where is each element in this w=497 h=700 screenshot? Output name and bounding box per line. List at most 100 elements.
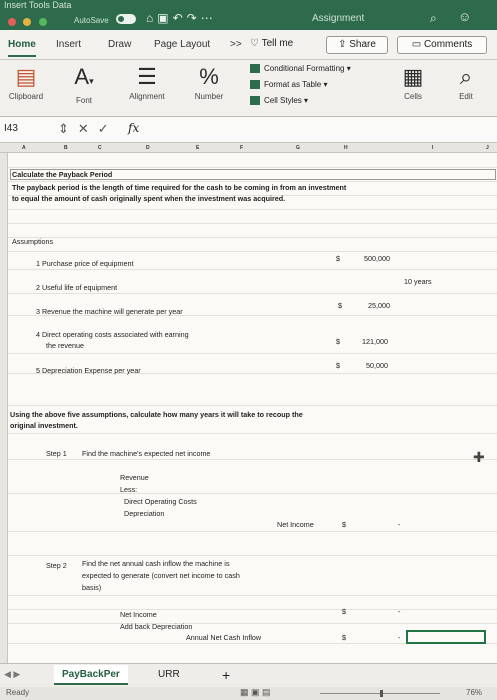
step-2-net-income-value[interactable]: - — [398, 607, 400, 616]
column-header[interactable]: G — [296, 145, 300, 151]
column-header[interactable]: C — [98, 145, 102, 151]
name-box[interactable]: I43 — [4, 123, 18, 134]
lightbulb-icon: ♡ — [250, 38, 262, 49]
assumption-5-label[interactable]: 5 Depreciation Expense per year — [36, 366, 141, 375]
assumption-4-currency: $ — [336, 337, 340, 346]
net-income-value[interactable]: - — [398, 520, 400, 529]
question-line-1[interactable]: Using the above five assumptions, calcul… — [10, 410, 303, 419]
grid-line — [8, 493, 497, 494]
zoom-level[interactable]: 76% — [466, 688, 482, 697]
clipboard-group[interactable]: ▤ Clipboard — [4, 64, 48, 101]
format-as-table-button[interactable]: Format as Table ▾ — [250, 80, 327, 90]
tab-more[interactable]: >> — [230, 39, 242, 50]
assumption-3-currency: $ — [338, 301, 342, 310]
column-header[interactable]: B — [64, 145, 68, 151]
assumption-4-label-line-1[interactable]: 4 Direct operating costs associated with… — [36, 330, 189, 339]
intro-line-1[interactable]: The payback period is the length of time… — [12, 183, 346, 192]
grid-line — [8, 433, 497, 434]
font-group[interactable]: A▾ Font — [62, 64, 106, 105]
tab-page-layout[interactable]: Page Layout — [154, 39, 210, 50]
grid-line — [8, 609, 497, 610]
zoom-slider-handle[interactable] — [380, 690, 383, 697]
number-label: Number — [194, 92, 224, 101]
assumption-1-value[interactable]: 500,000 — [364, 254, 390, 263]
account-icon[interactable]: ☺ — [458, 9, 471, 24]
assumption-3-label[interactable]: 3 Revenue the machine will generate per … — [36, 307, 183, 316]
menu-bar-text[interactable]: Insert Tools Data — [4, 0, 71, 10]
step-2-description-line-1[interactable]: Find the net annual cash inflow the mach… — [82, 559, 229, 568]
revenue-label[interactable]: Revenue — [120, 473, 149, 482]
net-income-label[interactable]: Net Income — [277, 520, 314, 529]
quick-access-icons[interactable]: ⌂▣↶↷⋯ — [146, 11, 217, 25]
add-sheet-button[interactable]: + — [214, 665, 238, 685]
window-controls[interactable] — [8, 13, 50, 31]
zoom-window-icon[interactable] — [38, 18, 47, 26]
title-bar: Insert Tools Data AutoSave ⌂▣↶↷⋯ Assignm… — [0, 0, 497, 30]
less-label[interactable]: Less: — [120, 485, 137, 494]
assumption-4-value[interactable]: 121,000 — [362, 337, 388, 346]
comments-button[interactable]: ▭ Comments — [397, 36, 487, 54]
grid-line — [8, 459, 497, 460]
number-group[interactable]: % Number — [186, 64, 232, 101]
assumptions-label[interactable]: Assumptions — [12, 237, 53, 246]
document-title: Assignment — [312, 13, 365, 24]
column-header[interactable]: F — [240, 145, 243, 151]
column-header[interactable]: A — [22, 145, 26, 151]
add-back-depreciation-label[interactable]: Add back Depreciation — [120, 622, 192, 631]
sheet-nav-arrows[interactable]: ◀ ▶ — [4, 669, 20, 680]
conditional-formatting-button[interactable]: Conditional Formatting ▾ — [250, 64, 351, 74]
direct-operating-costs-label[interactable]: Direct Operating Costs — [124, 497, 197, 506]
view-mode-icons[interactable]: ▦ ▣ ▤ — [240, 687, 271, 698]
tab-draw[interactable]: Draw — [108, 39, 131, 50]
font-icon: A▾ — [74, 64, 94, 89]
column-header[interactable]: E — [196, 145, 199, 151]
grid-line — [8, 353, 497, 354]
worksheet-grid[interactable]: A B C D E F G H I J Calculate the Paybac… — [0, 143, 497, 663]
assumption-1-currency: $ — [336, 254, 340, 263]
close-window-icon[interactable] — [8, 18, 16, 26]
comments-label: Comments — [423, 39, 473, 50]
tell-me-search[interactable]: ♡ Tell me — [250, 38, 293, 49]
step-2-label[interactable]: Step 2 — [46, 561, 67, 570]
sheet-title[interactable]: Calculate the Payback Period — [10, 169, 496, 180]
tab-home[interactable]: Home — [8, 39, 36, 57]
annual-net-cash-inflow-value[interactable]: - — [398, 633, 400, 642]
grid-line — [8, 623, 497, 624]
fx-icon[interactable]: fx — [128, 121, 139, 135]
depreciation-label[interactable]: Depreciation — [124, 509, 164, 518]
row-headers[interactable] — [0, 153, 8, 663]
column-header[interactable]: J — [486, 145, 489, 151]
search-icon[interactable]: ⌕ — [430, 11, 437, 26]
autosave-label: AutoSave — [74, 16, 109, 25]
share-button[interactable]: ⇪ Share — [326, 36, 388, 54]
assumption-5-value[interactable]: 50,000 — [366, 361, 388, 370]
percent-icon: % — [199, 64, 219, 89]
assumption-3-value[interactable]: 25,000 — [368, 301, 390, 310]
selected-cell[interactable] — [406, 630, 486, 644]
formula-controls[interactable]: ⇕✕✓ — [58, 121, 118, 137]
assumption-1-label[interactable]: 1 Purchase price of equipment — [36, 259, 134, 268]
edit-group[interactable]: ⌕ Edit — [446, 64, 486, 101]
minimize-window-icon[interactable] — [23, 18, 32, 26]
alignment-group[interactable]: ☰ Alignment — [122, 64, 172, 101]
column-header[interactable]: I — [432, 145, 433, 151]
column-header[interactable]: H — [344, 145, 348, 151]
step-1-description[interactable]: Find the machine's expected net income — [82, 449, 210, 458]
cell-styles-button[interactable]: Cell Styles ▾ — [250, 96, 308, 106]
question-line-2: original investment. — [10, 421, 78, 430]
sheet-tabs-bar: ◀ ▶ PayBackPer URR + — [0, 663, 497, 687]
autosave-toggle[interactable] — [116, 14, 136, 24]
status-ready: Ready — [6, 688, 30, 697]
sheet-tab-payback[interactable]: PayBackPer — [54, 665, 128, 685]
assumption-2-value[interactable]: 10 years — [404, 277, 432, 286]
step-1-label[interactable]: Step 1 — [46, 449, 67, 458]
tab-insert[interactable]: Insert — [56, 39, 81, 50]
cells-group[interactable]: ▦ Cells — [394, 64, 432, 101]
sheet-tab-urr[interactable]: URR — [150, 665, 188, 685]
column-header[interactable]: D — [146, 145, 150, 151]
step-2-net-income-label[interactable]: Net Income — [120, 610, 157, 619]
annual-net-cash-inflow-currency: $ — [342, 633, 346, 642]
intro-line-2[interactable]: to equal the amount of cash originally s… — [12, 194, 285, 203]
annual-net-cash-inflow-label[interactable]: Annual Net Cash Inflow — [186, 633, 261, 642]
assumption-2-label[interactable]: 2 Useful life of equipment — [36, 283, 117, 292]
